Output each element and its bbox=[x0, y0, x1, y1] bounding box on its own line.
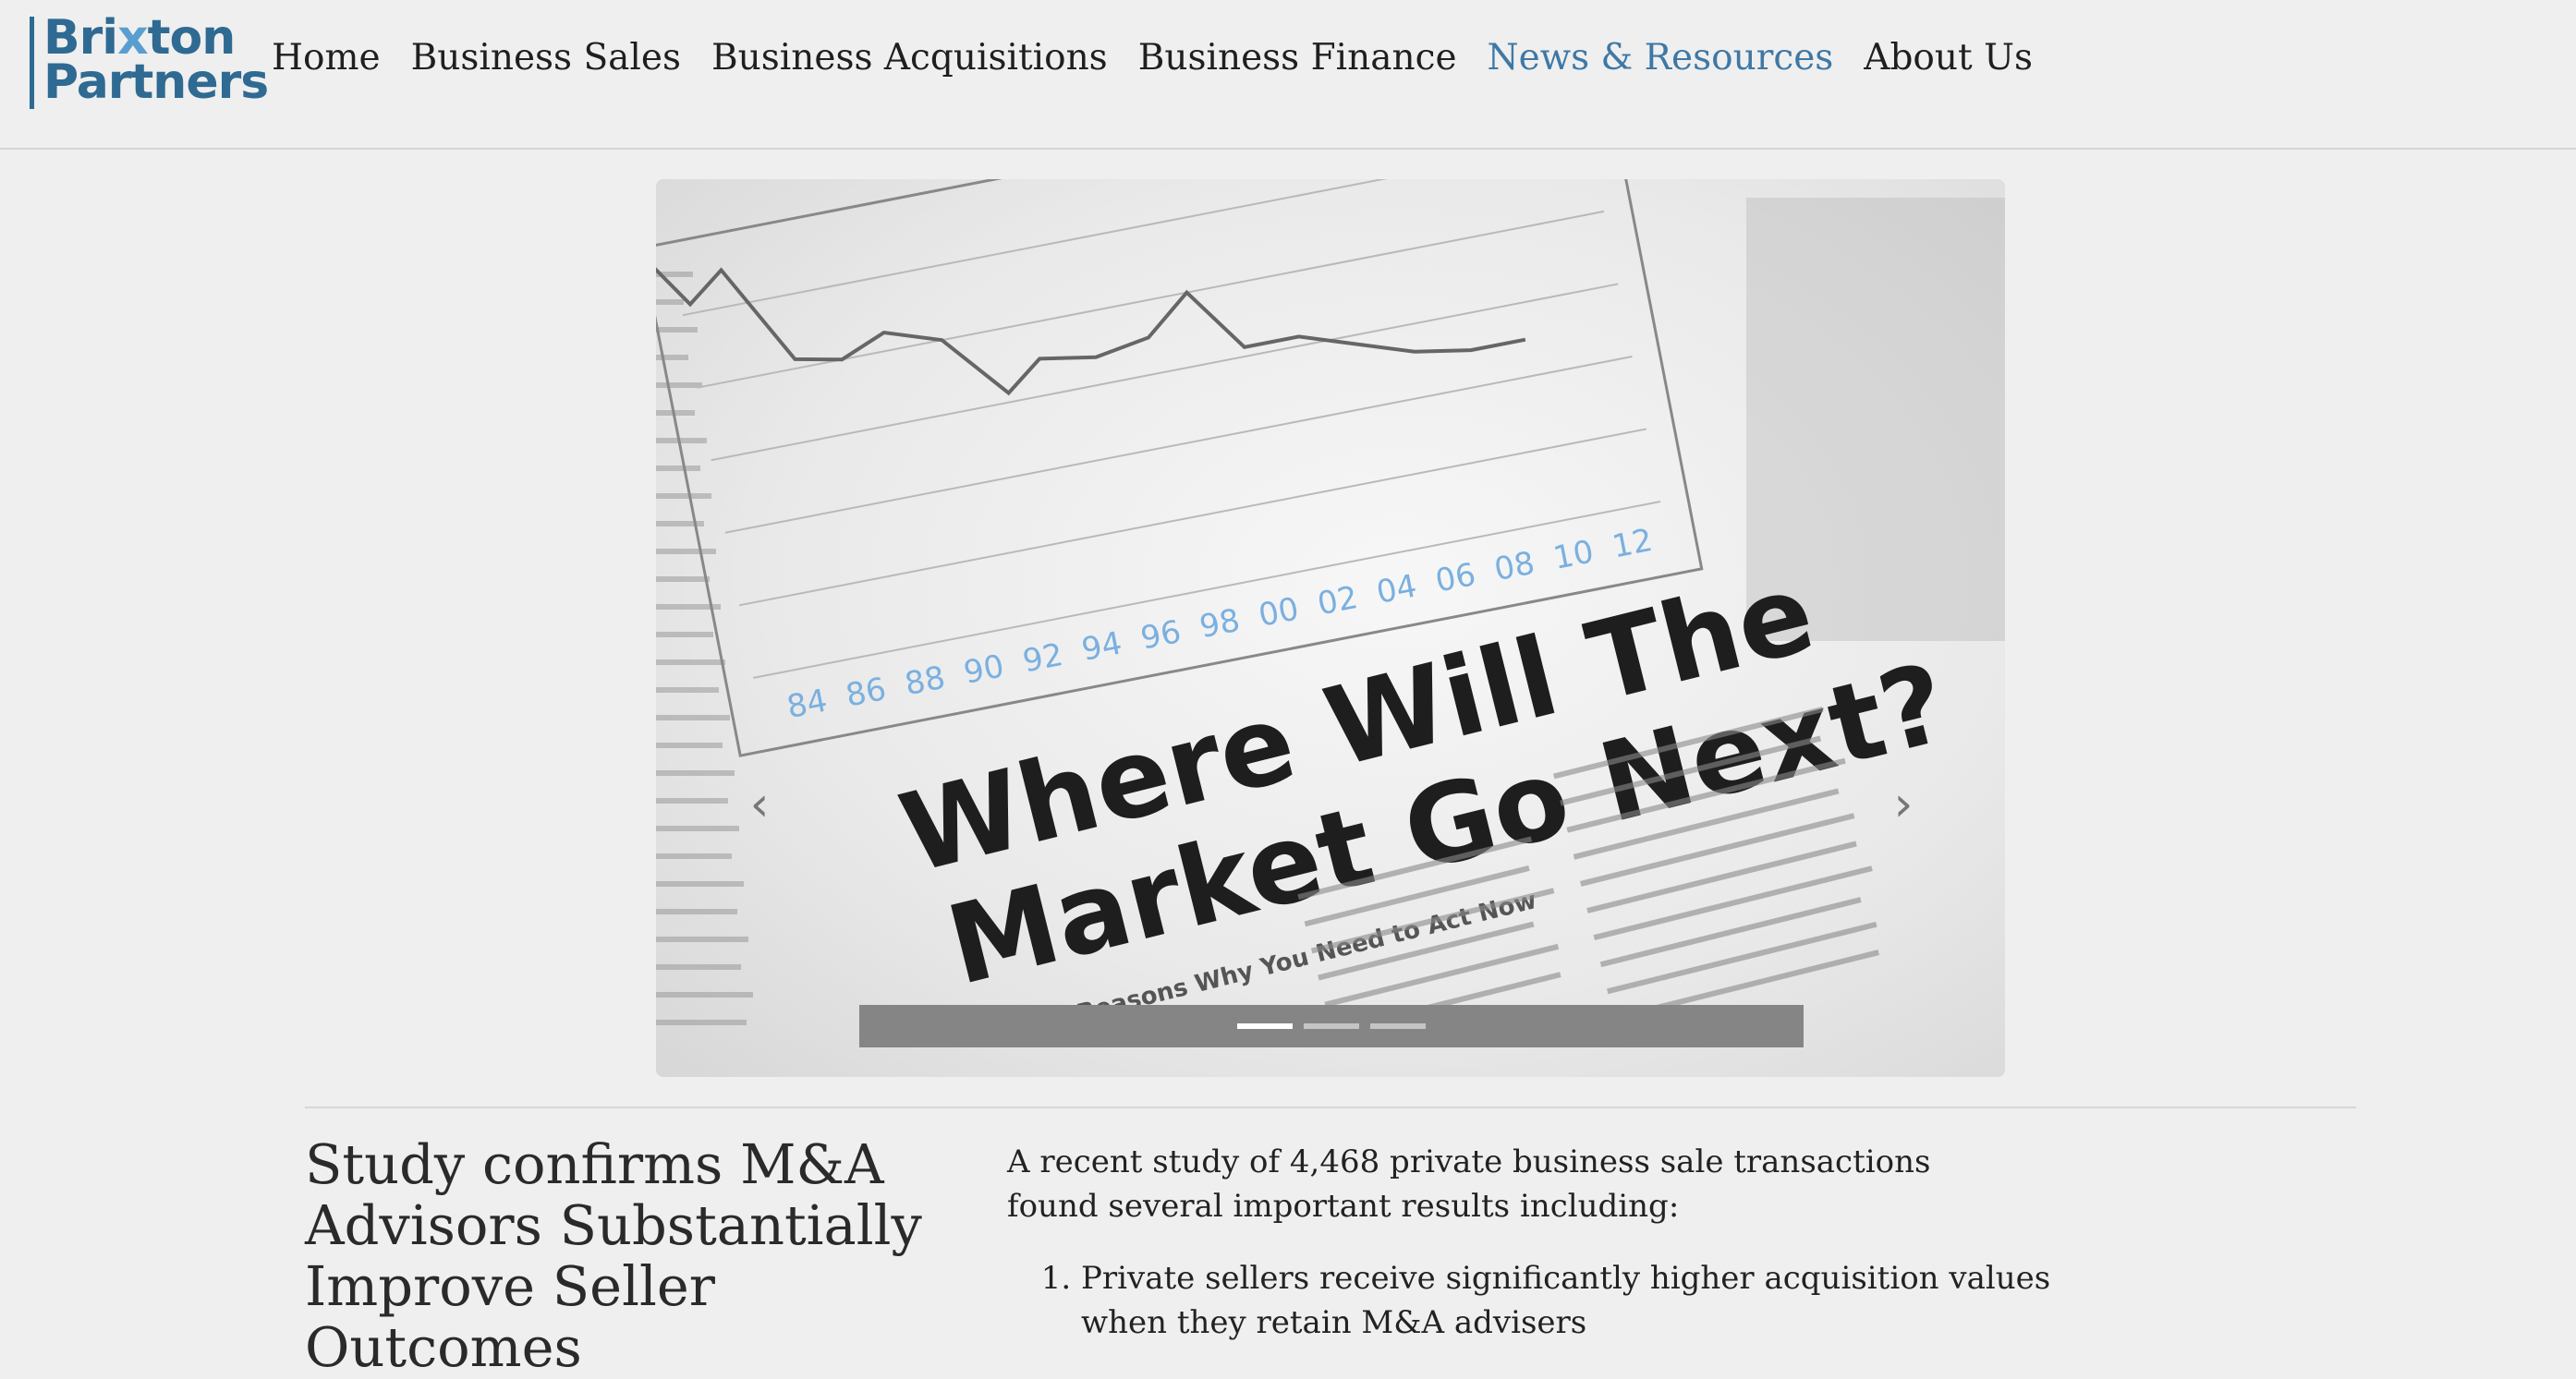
axis-year: 90 bbox=[961, 647, 1007, 692]
hero-carousel: 84 86 88 90 92 94 96 98 00 02 04 06 08 1… bbox=[656, 179, 2005, 1077]
axis-year: 84 bbox=[784, 683, 830, 727]
chevron-right-icon[interactable]: › bbox=[1883, 780, 1924, 829]
nav-business-acquisitions[interactable]: Business Acquisitions bbox=[711, 37, 1108, 79]
article-intro: A recent study of 4,468 private business… bbox=[1007, 1143, 1931, 1225]
section-divider bbox=[305, 1107, 2356, 1108]
article-point: Private sellers receive significantly hi… bbox=[1081, 1256, 2060, 1345]
carousel-indicator-2[interactable] bbox=[1304, 1023, 1359, 1029]
axis-year: 92 bbox=[1020, 636, 1066, 681]
nav-about-us[interactable]: About Us bbox=[1864, 37, 2033, 79]
nav-home[interactable]: Home bbox=[272, 37, 381, 79]
carousel-indicator-3[interactable] bbox=[1370, 1023, 1426, 1029]
axis-year: 12 bbox=[1610, 522, 1656, 566]
main-nav: Home Business Sales Business Acquisition… bbox=[272, 37, 2033, 79]
carousel-indicators bbox=[859, 1023, 1804, 1029]
axis-year: 04 bbox=[1374, 567, 1420, 611]
carousel-indicator-1[interactable] bbox=[1237, 1023, 1293, 1029]
logo-line-2: Partners bbox=[43, 54, 269, 110]
axis-year: 94 bbox=[1078, 625, 1124, 670]
article-points: Private sellers receive significantly hi… bbox=[1007, 1256, 2060, 1345]
nav-news-resources[interactable]: News & Resources bbox=[1488, 37, 1834, 79]
axis-year: 86 bbox=[843, 671, 889, 715]
nav-business-finance[interactable]: Business Finance bbox=[1138, 37, 1457, 79]
axis-year: 88 bbox=[902, 659, 948, 704]
axis-year: 06 bbox=[1432, 556, 1478, 600]
axis-year: 08 bbox=[1491, 545, 1537, 589]
chevron-left-icon[interactable]: ‹ bbox=[739, 780, 780, 829]
carousel-indicator-bar bbox=[859, 1005, 1804, 1047]
axis-year: 96 bbox=[1137, 613, 1184, 658]
newspaper-chart-slide-image: 84 86 88 90 92 94 96 98 00 02 04 06 08 1… bbox=[656, 179, 2005, 1046]
axis-year: 00 bbox=[1256, 590, 1302, 635]
axis-year: 10 bbox=[1550, 533, 1597, 577]
axis-year: 02 bbox=[1315, 579, 1361, 623]
brixton-partners-logo[interactable]: Brixton Partners bbox=[30, 14, 269, 110]
newspaper-column-texture bbox=[656, 272, 753, 1025]
site-header: Brixton Partners Home Business Sales Bus… bbox=[0, 0, 2576, 150]
article-title: Study confirms M&A Advisors Substantiall… bbox=[305, 1132, 922, 1379]
axis-year: 98 bbox=[1197, 602, 1243, 647]
nav-business-sales[interactable]: Business Sales bbox=[411, 37, 681, 79]
